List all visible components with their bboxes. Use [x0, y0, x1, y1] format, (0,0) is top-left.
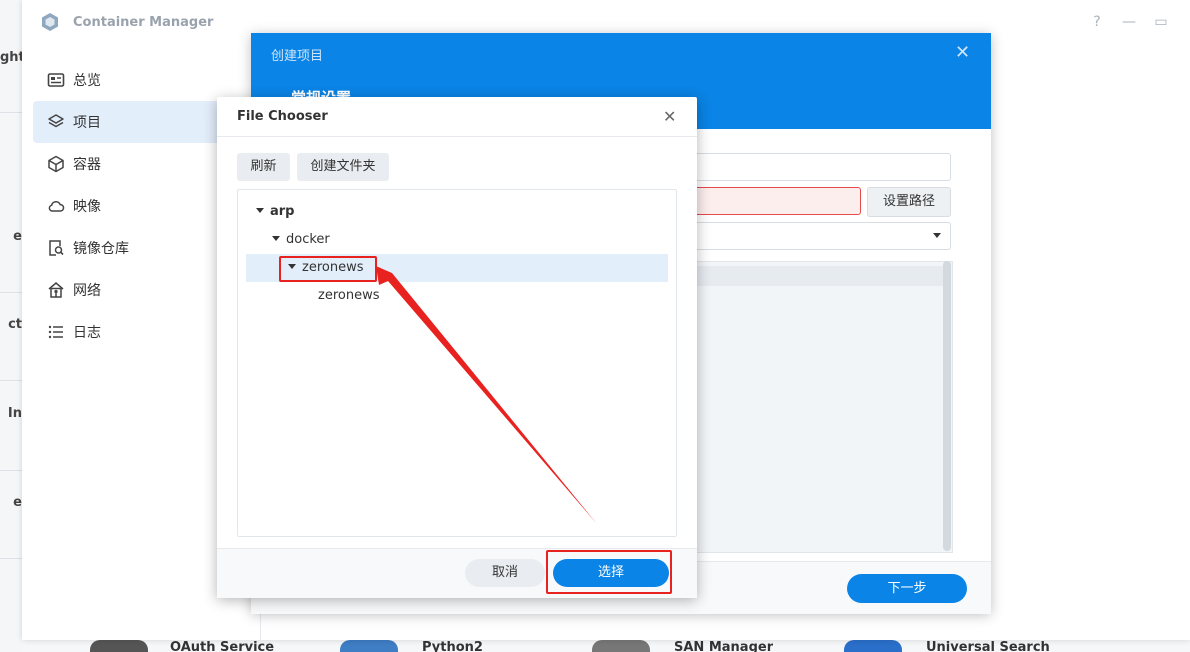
annotation-arrow — [376, 266, 597, 524]
